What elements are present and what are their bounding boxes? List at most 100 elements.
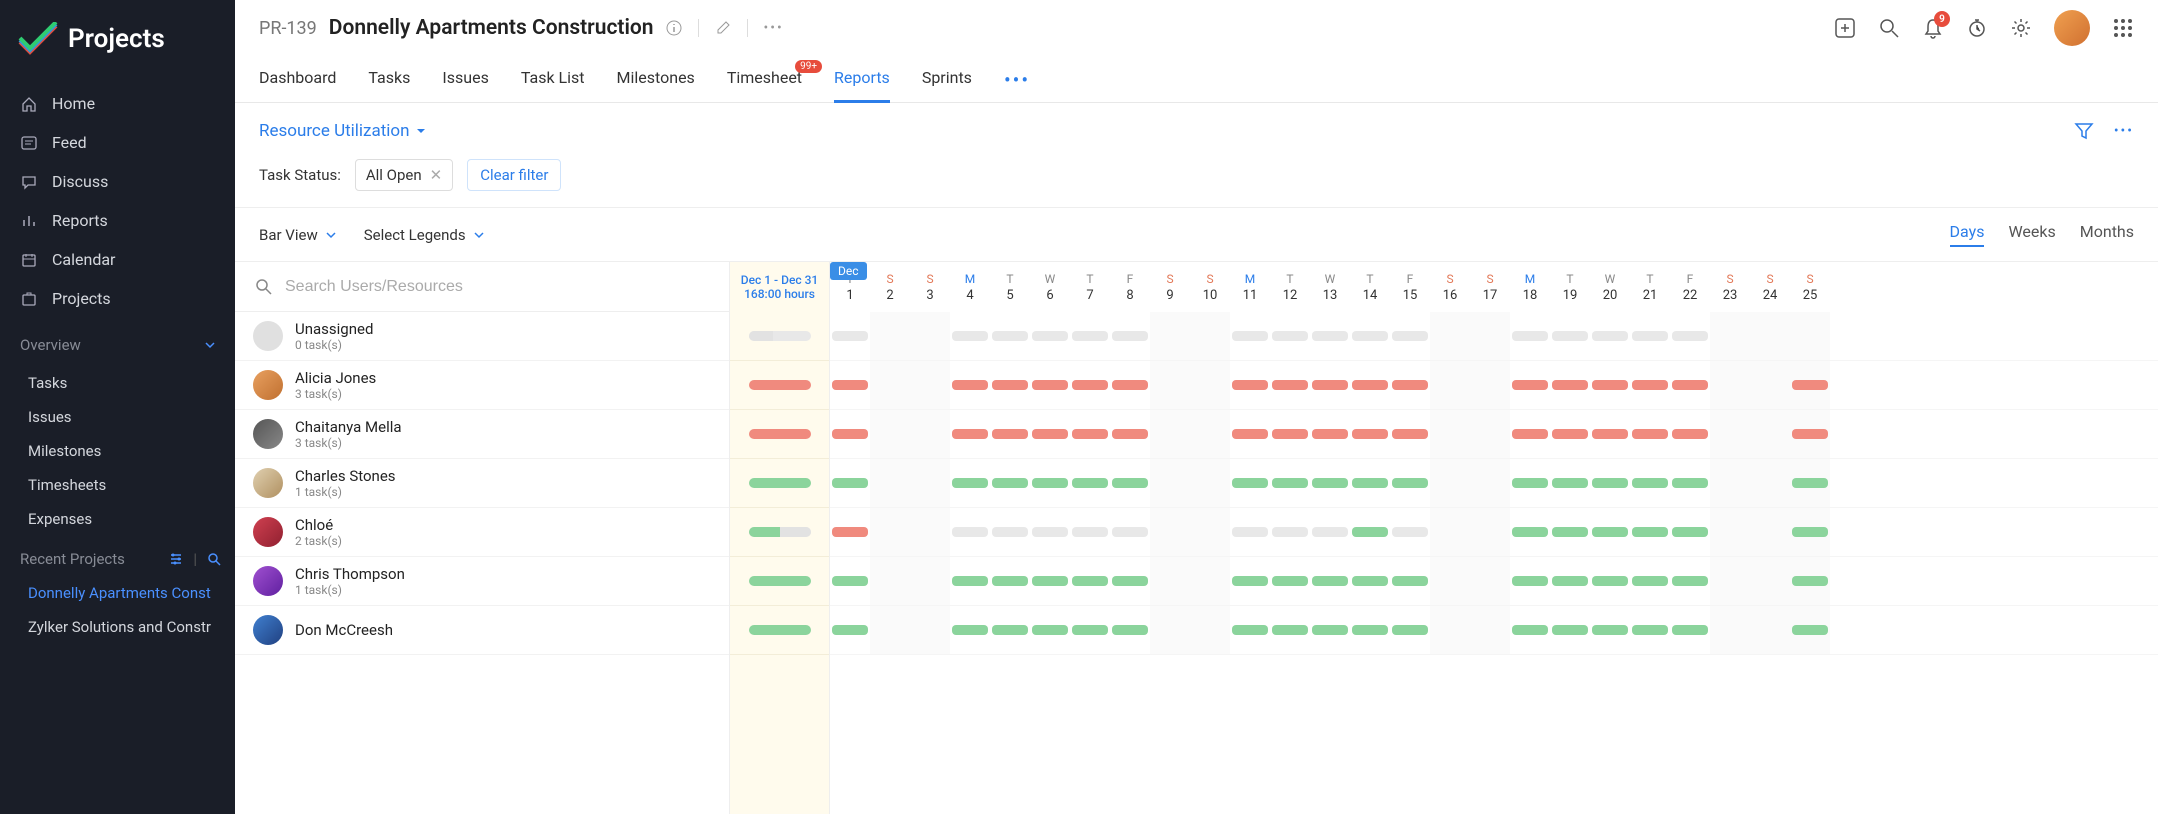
nav-reports[interactable]: Reports bbox=[0, 201, 235, 240]
recent-project[interactable]: Zylker Solutions and Constr bbox=[0, 610, 235, 644]
utilization-bar bbox=[1592, 429, 1628, 439]
day-cell bbox=[1270, 459, 1310, 507]
resource-row[interactable]: Alicia Jones3 task(s) bbox=[235, 361, 729, 410]
calendar-icon bbox=[20, 251, 38, 269]
resource-row[interactable]: Chloé2 task(s) bbox=[235, 508, 729, 557]
day-cell bbox=[1110, 361, 1150, 409]
tab-issues[interactable]: Issues bbox=[442, 58, 488, 102]
day-cell bbox=[1230, 312, 1270, 360]
utilization-bar bbox=[1552, 429, 1588, 439]
bar-view-dropdown[interactable]: Bar View bbox=[259, 226, 336, 244]
tab-dashboard[interactable]: Dashboard bbox=[259, 58, 336, 102]
resource-row[interactable]: Charles Stones1 task(s) bbox=[235, 459, 729, 508]
resource-row[interactable]: Don McCreesh bbox=[235, 606, 729, 655]
nav-sub-tasks[interactable]: Tasks bbox=[0, 366, 235, 400]
day-cell bbox=[1190, 459, 1230, 507]
reports-icon bbox=[20, 212, 38, 230]
utilization-bar bbox=[1792, 625, 1828, 635]
tab-task-list[interactable]: Task List bbox=[521, 58, 585, 102]
nav-label: Projects bbox=[52, 289, 111, 308]
day-cell bbox=[1390, 361, 1430, 409]
utilization-bar bbox=[1592, 576, 1628, 586]
resource-name: Chloé bbox=[295, 516, 342, 534]
resource-tasks: 3 task(s) bbox=[295, 436, 402, 450]
resource-search[interactable] bbox=[235, 262, 729, 312]
day-header: T5 bbox=[990, 262, 1030, 312]
day-cell bbox=[1590, 508, 1630, 556]
more-icon[interactable]: ••• bbox=[2114, 123, 2134, 139]
tabs-more-icon[interactable]: ••• bbox=[1004, 58, 1030, 102]
day-cell bbox=[1590, 410, 1630, 458]
nav-sub-milestones[interactable]: Milestones bbox=[0, 434, 235, 468]
scale-days[interactable]: Days bbox=[1950, 222, 1985, 247]
day-cell bbox=[1670, 508, 1710, 556]
nav-sub-timesheets[interactable]: Timesheets bbox=[0, 468, 235, 502]
recent-project[interactable]: Donnelly Apartments Const bbox=[0, 576, 235, 610]
nav-sub-expenses[interactable]: Expenses bbox=[0, 502, 235, 536]
utilization-bar bbox=[1112, 576, 1148, 586]
utilization-bar bbox=[1272, 331, 1308, 341]
search-input[interactable] bbox=[285, 278, 709, 296]
tab-timesheet[interactable]: Timesheet99+ bbox=[727, 58, 802, 102]
logo[interactable]: Projects bbox=[0, 0, 235, 78]
day-cell bbox=[1590, 312, 1630, 360]
utilization-bar bbox=[832, 331, 868, 341]
summary-cell bbox=[730, 312, 829, 361]
overview-header[interactable]: Overview bbox=[0, 324, 235, 366]
utilization-bar bbox=[1632, 429, 1668, 439]
day-cell bbox=[830, 459, 870, 507]
report-dropdown-label: Resource Utilization bbox=[259, 121, 410, 141]
filter-chip[interactable]: All Open ✕ bbox=[355, 159, 453, 191]
filter-icon[interactable] bbox=[2074, 121, 2094, 141]
day-cell bbox=[1190, 508, 1230, 556]
resource-row[interactable]: Chaitanya Mella3 task(s) bbox=[235, 410, 729, 459]
nav-home[interactable]: Home bbox=[0, 84, 235, 123]
tab-reports[interactable]: Reports bbox=[834, 58, 890, 102]
timer-icon[interactable] bbox=[1966, 17, 1988, 39]
apps-icon[interactable] bbox=[2112, 17, 2134, 39]
nav-feed[interactable]: Feed bbox=[0, 123, 235, 162]
day-cell bbox=[1150, 459, 1190, 507]
bell-icon[interactable]: 9 bbox=[1922, 17, 1944, 39]
nav-discuss[interactable]: Discuss bbox=[0, 162, 235, 201]
day-cell bbox=[1270, 312, 1310, 360]
avatar bbox=[253, 419, 283, 449]
day-header: M18 bbox=[1510, 262, 1550, 312]
search-icon[interactable] bbox=[207, 552, 221, 566]
sliders-icon[interactable] bbox=[169, 552, 183, 566]
day-cell bbox=[870, 459, 910, 507]
tab-tasks[interactable]: Tasks bbox=[368, 58, 410, 102]
legends-dropdown[interactable]: Select Legends bbox=[364, 226, 484, 244]
gear-icon[interactable] bbox=[2010, 17, 2032, 39]
day-cell bbox=[950, 410, 990, 458]
day-cell bbox=[1670, 459, 1710, 507]
resource-row[interactable]: Chris Thompson1 task(s) bbox=[235, 557, 729, 606]
day-cell bbox=[1550, 508, 1590, 556]
tab-milestones[interactable]: Milestones bbox=[617, 58, 695, 102]
resource-row[interactable]: Unassigned0 task(s) bbox=[235, 312, 729, 361]
nav-calendar[interactable]: Calendar bbox=[0, 240, 235, 279]
scale-months[interactable]: Months bbox=[2080, 222, 2134, 247]
utilization-bar bbox=[1232, 527, 1268, 537]
nav-sub-issues[interactable]: Issues bbox=[0, 400, 235, 434]
scale-weeks[interactable]: Weeks bbox=[2008, 222, 2055, 247]
edit-icon[interactable] bbox=[715, 20, 731, 36]
day-header: W13 bbox=[1310, 262, 1350, 312]
add-icon[interactable] bbox=[1834, 17, 1856, 39]
day-cell bbox=[1430, 606, 1470, 654]
utilization-bar bbox=[1672, 576, 1708, 586]
more-icon[interactable]: ••• bbox=[764, 20, 784, 36]
user-avatar[interactable] bbox=[2054, 10, 2090, 46]
day-cell bbox=[1430, 312, 1470, 360]
tab-sprints[interactable]: Sprints bbox=[922, 58, 972, 102]
search-icon[interactable] bbox=[1878, 17, 1900, 39]
report-dropdown[interactable]: Resource Utilization bbox=[259, 121, 426, 141]
close-icon[interactable]: ✕ bbox=[430, 166, 443, 184]
day-header: F15 bbox=[1390, 262, 1430, 312]
utilization-bar bbox=[1392, 429, 1428, 439]
day-cell bbox=[1550, 312, 1590, 360]
info-icon[interactable] bbox=[666, 20, 682, 36]
clear-filter-button[interactable]: Clear filter bbox=[467, 159, 561, 191]
nav-projects[interactable]: Projects bbox=[0, 279, 235, 318]
day-cell bbox=[1230, 361, 1270, 409]
